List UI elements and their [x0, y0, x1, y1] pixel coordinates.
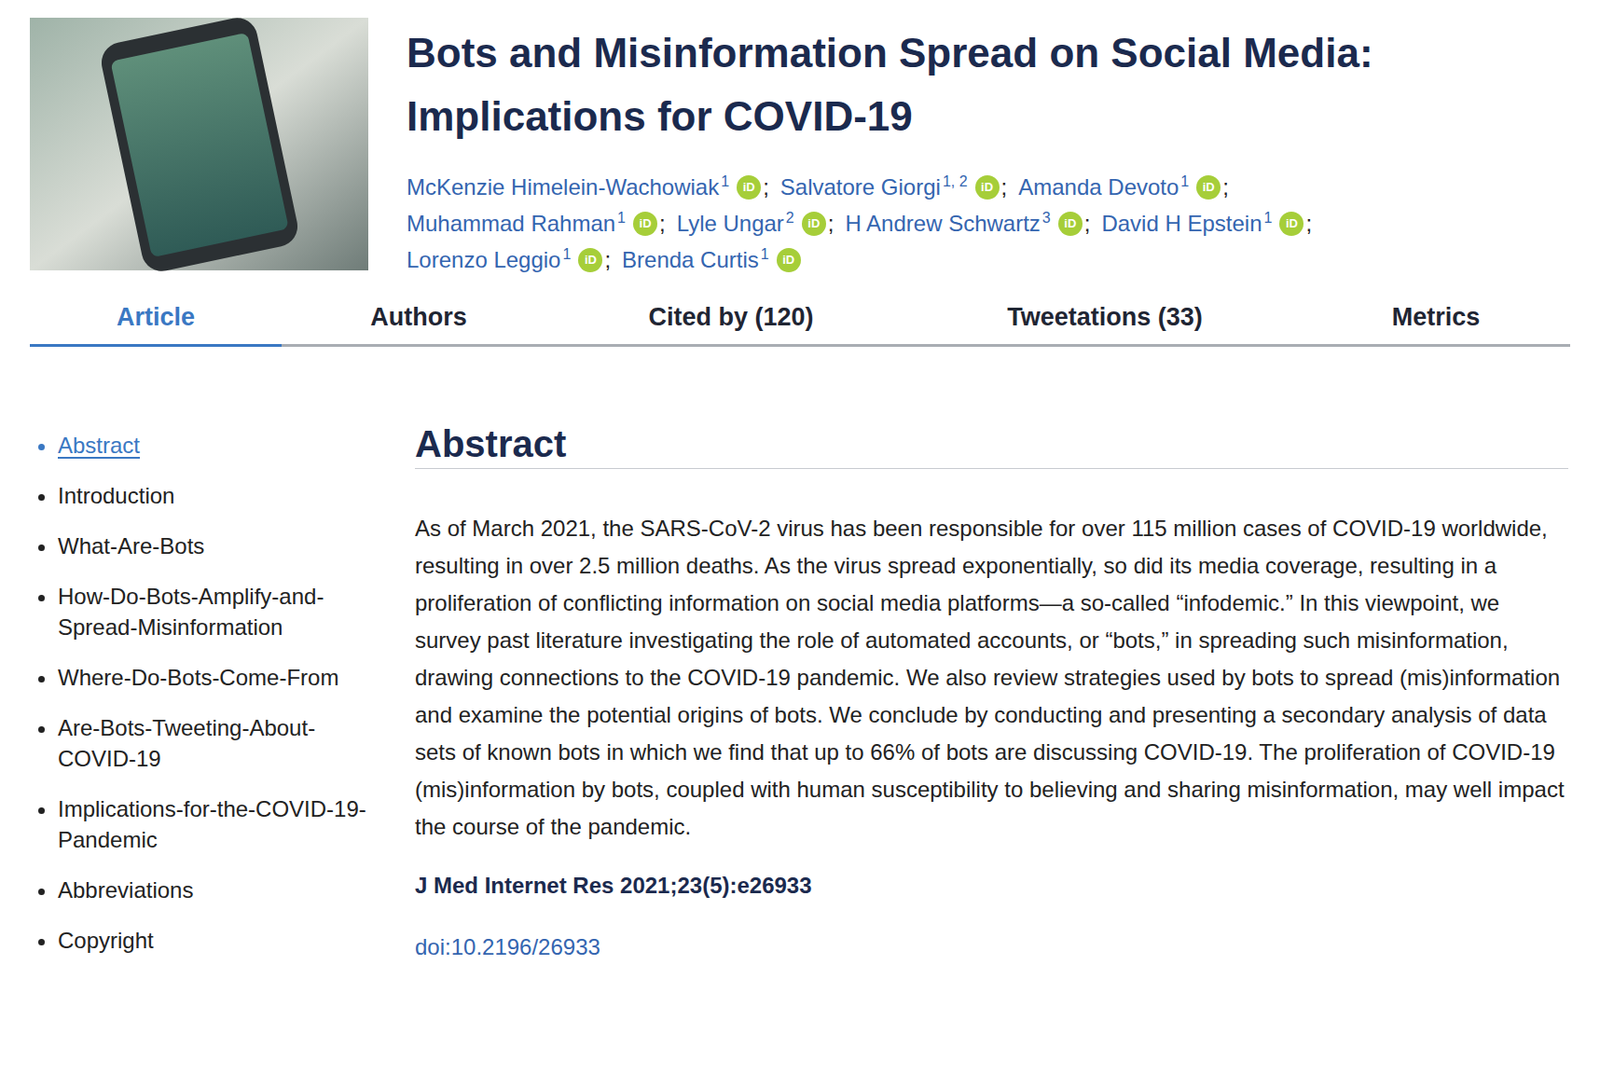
article-title: Bots and Misinformation Spread on Social…: [406, 21, 1507, 149]
sidebar-item[interactable]: Copyright: [57, 924, 387, 956]
author-separator: ;: [1084, 205, 1091, 242]
orcid-icon[interactable]: iD: [776, 248, 801, 273]
author-link[interactable]: Brenda Curtis: [621, 241, 759, 278]
author-separator: ;: [1001, 168, 1008, 206]
author-link[interactable]: Lyle Ungar: [676, 205, 785, 242]
author-link[interactable]: Muhammad Rahman: [406, 205, 616, 242]
orcid-icon[interactable]: iD: [633, 211, 658, 236]
abstract-section: Abstract As of March 2021, the SARS-CoV-2…: [414, 421, 1571, 966]
sidebar-item[interactable]: How-Do-Bots-Amplify-and-Spread-Misinform…: [57, 580, 387, 643]
author-list: McKenzie Himelein-Wachowiak1iD; Salvatore…: [406, 168, 1507, 278]
tab[interactable]: Metrics: [1303, 289, 1569, 347]
author: Salvatore Giorgi1, 2iD;: [780, 168, 1007, 206]
sidebar-item[interactable]: Abbreviations: [57, 874, 387, 906]
author-link[interactable]: Lorenzo Leggio: [406, 241, 561, 278]
author-row: Lorenzo Leggio1iD; Brenda Curtis1iD: [406, 241, 1507, 278]
author-separator: ;: [1222, 168, 1229, 206]
phone-shape: [96, 13, 301, 276]
phone-screen: [110, 31, 289, 257]
author: McKenzie Himelein-Wachowiak1iD;: [406, 168, 770, 206]
content: Abstract Introduction What-Are-Bots How-Do-…: [29, 346, 1571, 966]
sidebar-item[interactable]: Introduction: [57, 480, 387, 511]
author: Lyle Ungar2iD;: [676, 205, 835, 242]
sidebar-item[interactable]: Where-Do-Bots-Come-From: [57, 662, 387, 693]
author: Brenda Curtis1iD: [621, 241, 801, 278]
author-link[interactable]: David H Epstein: [1101, 205, 1262, 242]
author-link[interactable]: Salvatore Giorgi: [780, 168, 941, 206]
author-link[interactable]: McKenzie Himelein-Wachowiak: [406, 168, 719, 206]
sidebar: Abstract Introduction What-Are-Bots How-Do-…: [29, 421, 415, 966]
orcid-icon[interactable]: iD: [1196, 175, 1221, 200]
author-link[interactable]: Amanda Devoto: [1018, 168, 1179, 206]
orcid-icon[interactable]: iD: [1058, 211, 1083, 236]
author: Amanda Devoto1iD;: [1018, 168, 1229, 206]
author-separator: ;: [827, 205, 835, 242]
author-row: McKenzie Himelein-Wachowiak1iD; Salvatore…: [406, 168, 1507, 206]
author-separator: ;: [1305, 205, 1312, 242]
doi-link[interactable]: doi:10.2196/26933: [414, 928, 1569, 966]
tab[interactable]: Article: [29, 289, 282, 347]
author: David H Epstein1iD;: [1101, 205, 1312, 242]
title-block: Bots and Misinformation Spread on Social…: [406, 17, 1507, 278]
author: Lorenzo Leggio1iD;: [406, 241, 611, 278]
tab-bar: ArticleAuthorsCited by (120)Tweetations …: [29, 289, 1571, 347]
author-link[interactable]: H Andrew Schwartz: [844, 205, 1040, 242]
sidebar-item[interactable]: What-Are-Bots: [57, 530, 387, 562]
orcid-icon[interactable]: iD: [736, 175, 761, 200]
orcid-icon[interactable]: iD: [801, 211, 827, 236]
tab[interactable]: Authors: [281, 289, 556, 347]
author-row: Muhammad Rahman1iD; Lyle Ungar2iD;H Andre…: [406, 205, 1507, 242]
author: Muhammad Rahman1iD;: [406, 205, 666, 242]
orcid-icon[interactable]: iD: [578, 248, 603, 273]
author-separator: ;: [762, 168, 770, 206]
orcid-icon[interactable]: iD: [1279, 211, 1304, 236]
abstract-heading: Abstract: [414, 421, 1569, 469]
sidebar-item[interactable]: Are-Bots-Tweeting-About-COVID-19: [57, 712, 387, 774]
orcid-icon[interactable]: iD: [975, 175, 1000, 200]
tab[interactable]: Cited by (120): [555, 289, 907, 347]
abstract-text: As of March 2021, the SARS-CoV-2 virus h…: [414, 510, 1569, 846]
sidebar-list: Abstract Introduction What-Are-Bots How-Do-…: [29, 429, 387, 956]
author-separator: ;: [604, 241, 611, 278]
page: Bots and Misinformation Spread on Social…: [0, 0, 1600, 1089]
author-separator: ;: [659, 205, 666, 242]
citation: J Med Internet Res 2021;23(5):e26933: [414, 867, 1569, 905]
tab[interactable]: Tweetations (33): [906, 289, 1304, 347]
article-header: Bots and Misinformation Spread on Social…: [29, 0, 1571, 278]
sidebar-item[interactable]: Abstract: [57, 429, 387, 461]
article-photo: [29, 17, 369, 271]
author: H Andrew Schwartz3iD;: [844, 205, 1090, 242]
sidebar-item[interactable]: Implications-for-the-COVID-19-Pandemic: [57, 793, 387, 856]
